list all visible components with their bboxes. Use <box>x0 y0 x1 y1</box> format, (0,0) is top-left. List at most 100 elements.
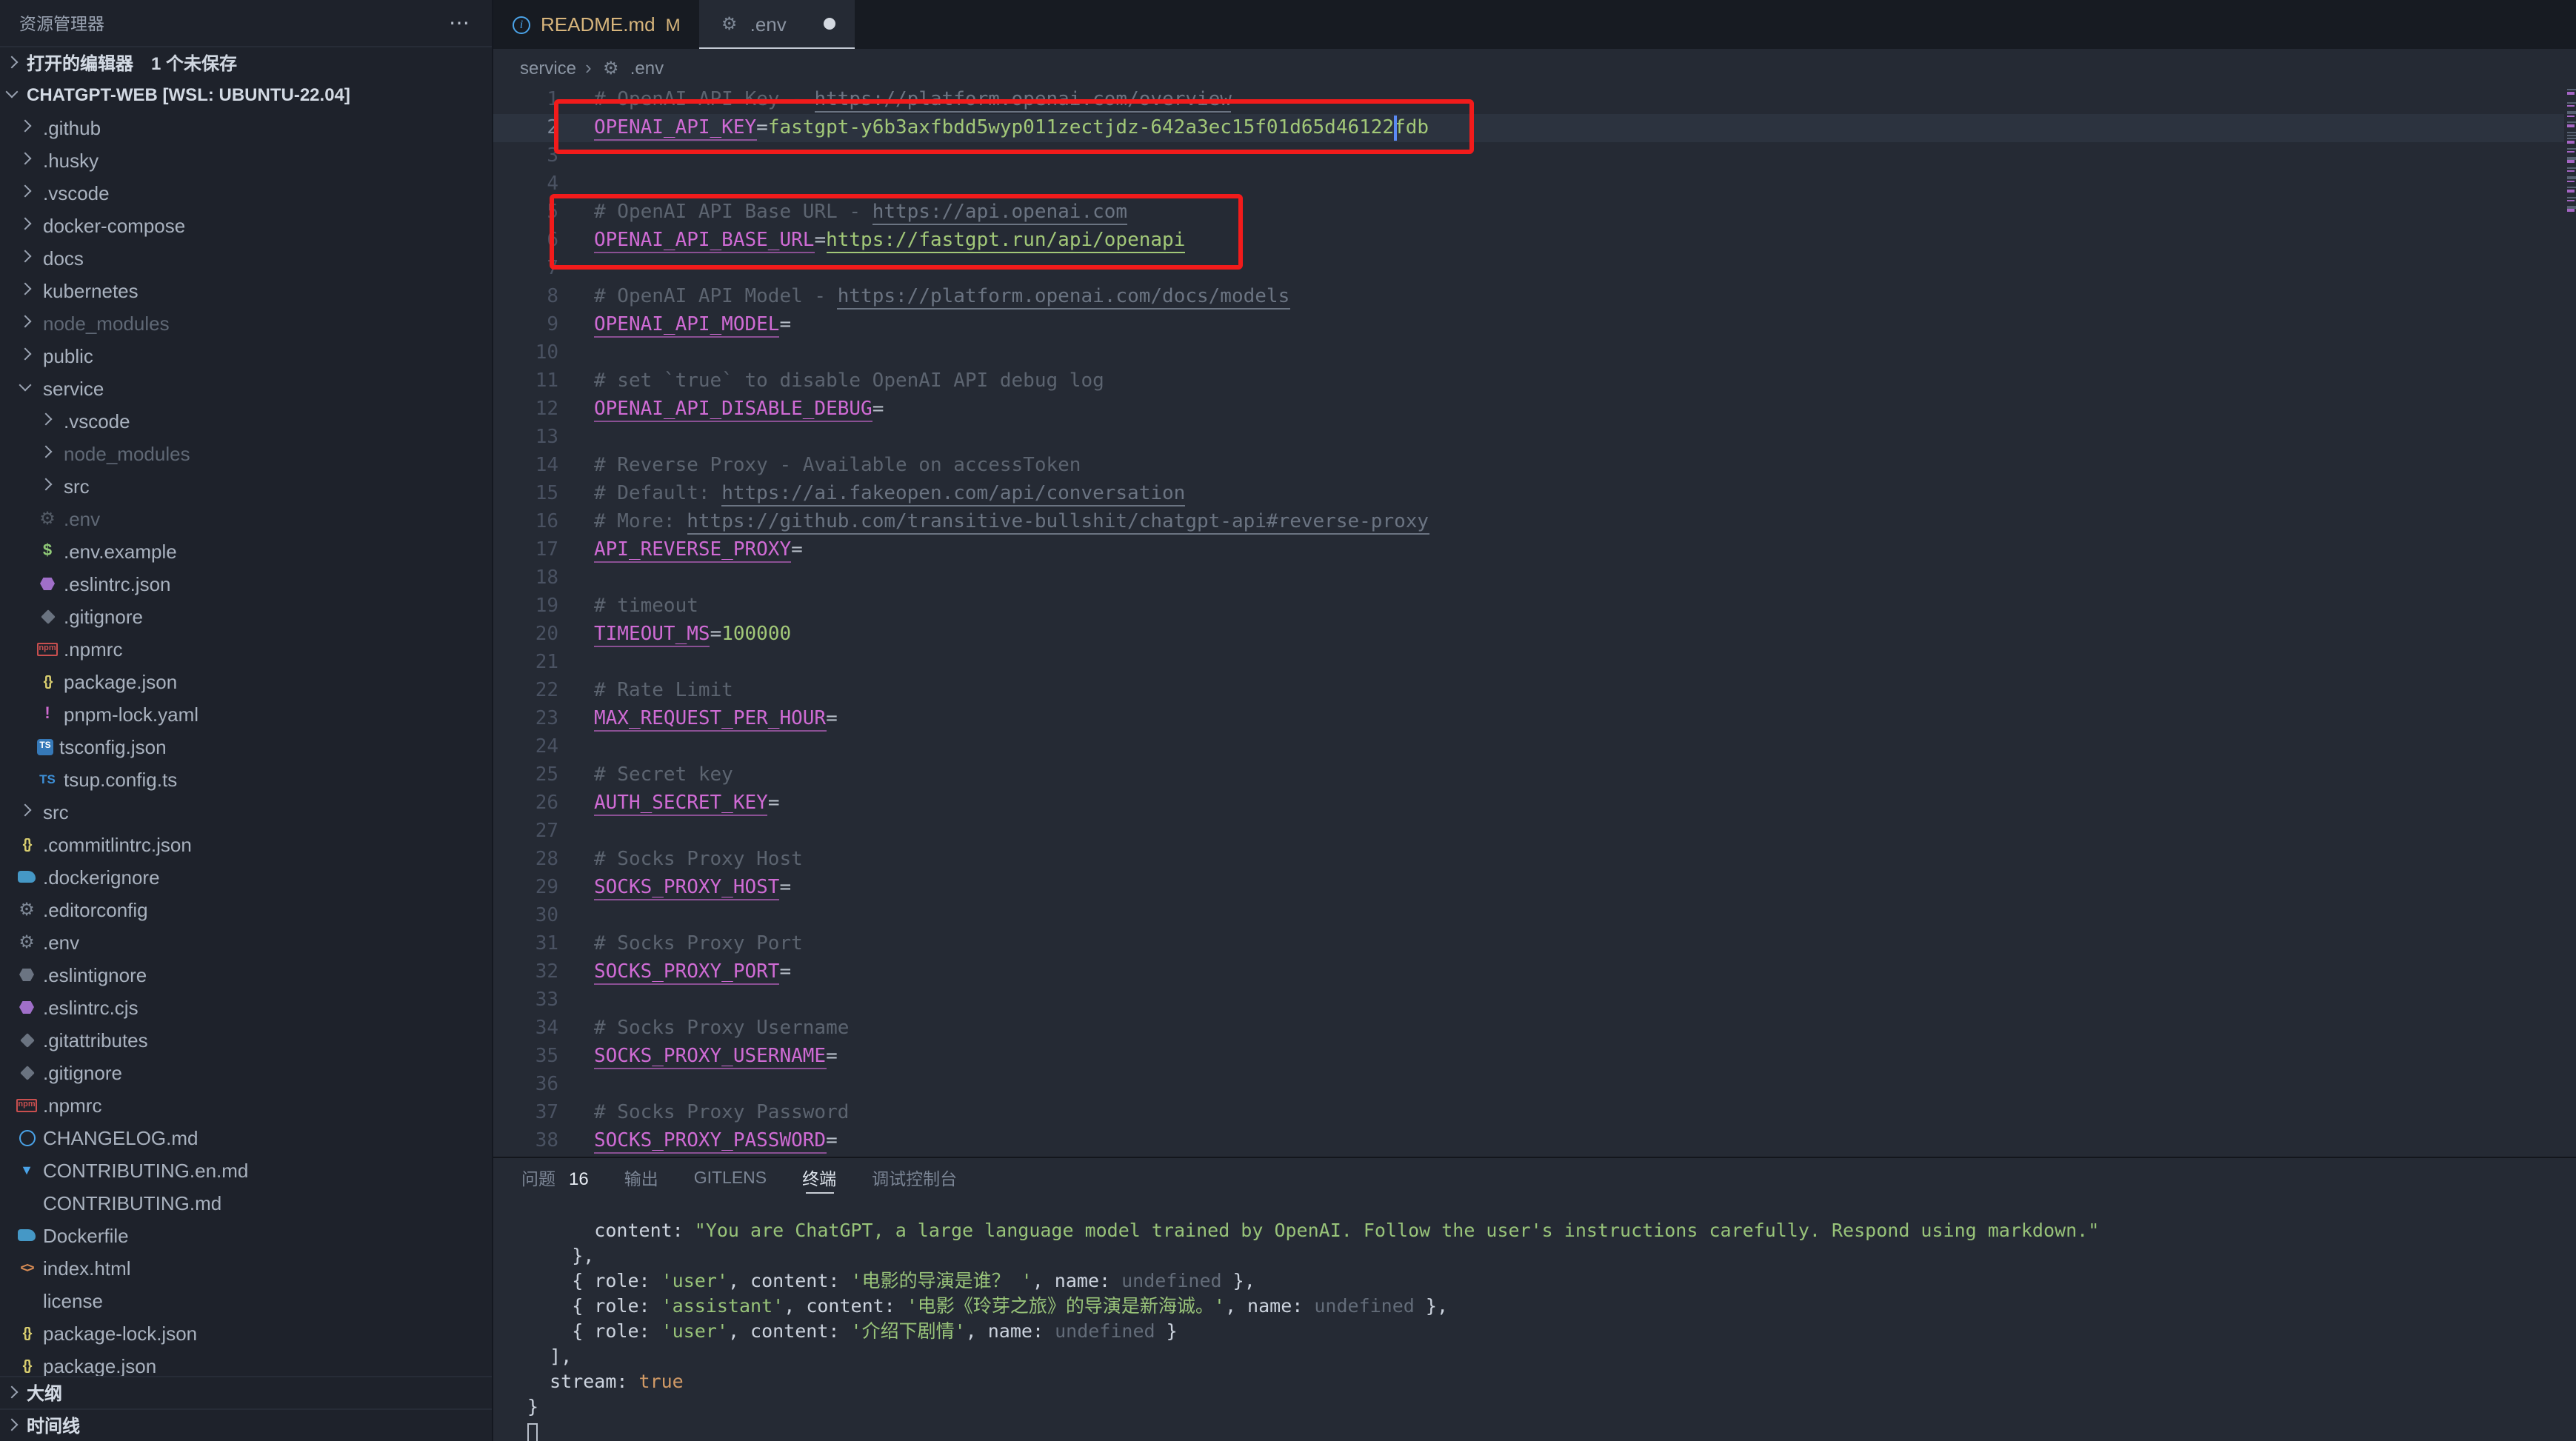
code-line-13[interactable]: 13 <box>493 424 2564 452</box>
code-line-9[interactable]: 9OPENAI_API_MODEL= <box>493 311 2564 339</box>
file-tree-item-tsup.config.ts[interactable]: TStsup.config.ts <box>0 763 492 795</box>
code-line-3[interactable]: 3 <box>493 142 2564 170</box>
file-tree-item-package.json[interactable]: {}package.json <box>0 665 492 698</box>
code-line-21[interactable]: 21 <box>493 649 2564 677</box>
code-line-2[interactable]: 2OPENAI_API_KEY=fastgpt-y6b3axfbdd5wyp01… <box>493 114 2564 142</box>
code-line-20[interactable]: 20TIMEOUT_MS=100000 <box>493 621 2564 649</box>
code-line-16[interactable]: 16# More: https://github.com/transitive-… <box>493 508 2564 536</box>
tab-README.md[interactable]: iREADME.mdM <box>493 0 700 49</box>
open-editors-section[interactable]: 打开的编辑器 1 个未保存 <box>0 46 492 78</box>
code-line-12[interactable]: 12OPENAI_API_DISABLE_DEBUG= <box>493 395 2564 424</box>
code-editor[interactable]: 1# OpenAI API Key - https://platform.ope… <box>493 86 2576 1157</box>
file-tree-item-pnpm-lock.yaml[interactable]: !pnpm-lock.yaml <box>0 698 492 730</box>
code-line-36[interactable]: 36 <box>493 1071 2564 1099</box>
file-tree-item-.commitlintrc.json[interactable]: {}.commitlintrc.json <box>0 828 492 860</box>
code-line-29[interactable]: 29SOCKS_PROXY_HOST= <box>493 874 2564 902</box>
file-tree-item-.vscode[interactable]: .vscode <box>0 404 492 437</box>
code-line-24[interactable]: 24 <box>493 733 2564 761</box>
unsaved-dot-icon[interactable] <box>824 18 835 30</box>
code-line-1[interactable]: 1# OpenAI API Key - https://platform.ope… <box>493 86 2564 114</box>
file-tree-item-tsconfig.json[interactable]: TStsconfig.json <box>0 730 492 763</box>
code-line-18[interactable]: 18 <box>493 564 2564 592</box>
file-tree-item-package.json[interactable]: {}package.json <box>0 1349 492 1376</box>
file-tree-item-package-lock.json[interactable]: {}package-lock.json <box>0 1317 492 1349</box>
panel-tab-问题[interactable]: 问题16 <box>521 1158 589 1198</box>
file-tree-item-.vscode[interactable]: .vscode <box>0 176 492 209</box>
file-tree-item-public[interactable]: public <box>0 339 492 372</box>
minimap[interactable] <box>2564 86 2576 1157</box>
file-tree-item-.env.example[interactable]: $.env.example <box>0 535 492 567</box>
code-line-6[interactable]: 6OPENAI_API_BASE_URL=https://fastgpt.run… <box>493 227 2564 255</box>
outline-section[interactable]: 大纲 <box>0 1376 492 1408</box>
file-tree-item-.gitignore[interactable]: .gitignore <box>0 600 492 632</box>
code-line-14[interactable]: 14# Reverse Proxy - Available on accessT… <box>493 452 2564 480</box>
panel-tab-调试控制台[interactable]: 调试控制台 <box>872 1158 957 1198</box>
code-line-8[interactable]: 8# OpenAI API Model - https://platform.o… <box>493 283 2564 311</box>
tab-.env[interactable]: ⚙.env <box>700 0 855 49</box>
breadcrumb-file[interactable]: .env <box>630 57 664 78</box>
terminal[interactable]: content: "You are ChatGPT, a large langu… <box>493 1198 2576 1441</box>
file-tree-item-.eslintrc.json[interactable]: .eslintrc.json <box>0 567 492 600</box>
file-tree-item-.npmrc[interactable]: npm.npmrc <box>0 632 492 665</box>
panel-tab-label: 输出 <box>624 1166 658 1190</box>
line-content: # OpenAI API Model - https://platform.op… <box>558 283 1289 311</box>
code-line-35[interactable]: 35SOCKS_PROXY_USERNAME= <box>493 1043 2564 1071</box>
panel-tab-终端[interactable]: 终端 <box>802 1158 836 1198</box>
file-tree-item-.eslintignore[interactable]: .eslintignore <box>0 958 492 991</box>
code-line-28[interactable]: 28# Socks Proxy Host <box>493 846 2564 874</box>
code-line-32[interactable]: 32SOCKS_PROXY_PORT= <box>493 958 2564 986</box>
code-line-17[interactable]: 17API_REVERSE_PROXY= <box>493 536 2564 564</box>
file-tree-item-.env[interactable]: ⚙.env <box>0 926 492 958</box>
file-tree-item-docker-compose[interactable]: docker-compose <box>0 209 492 241</box>
panel-tab-输出[interactable]: 输出 <box>624 1158 658 1198</box>
more-actions-icon[interactable]: ⋯ <box>449 10 471 36</box>
project-root-section[interactable]: CHATGPT-WEB [WSL: UBUNTU-22.04] <box>0 78 492 111</box>
file-tree-item-CONTRIBUTING.en.md[interactable]: ▼CONTRIBUTING.en.md <box>0 1154 492 1186</box>
file-tree-item-kubernetes[interactable]: kubernetes <box>0 274 492 307</box>
file-tree-item-license[interactable]: license <box>0 1284 492 1317</box>
file-tree-item-.github[interactable]: .github <box>0 111 492 144</box>
code-line-34[interactable]: 34# Socks Proxy Username <box>493 1014 2564 1043</box>
file-tree-item-Dockerfile[interactable]: Dockerfile <box>0 1219 492 1251</box>
code-line-5[interactable]: 5# OpenAI API Base URL - https://api.ope… <box>493 198 2564 227</box>
code-line-37[interactable]: 37# Socks Proxy Password <box>493 1099 2564 1127</box>
code-line-15[interactable]: 15# Default: https://ai.fakeopen.com/api… <box>493 480 2564 508</box>
code-line-25[interactable]: 25# Secret key <box>493 761 2564 789</box>
code-line-7[interactable]: 7 <box>493 255 2564 283</box>
file-tree-item-.gitignore[interactable]: .gitignore <box>0 1056 492 1089</box>
code-line-38[interactable]: 38SOCKS_PROXY_PASSWORD= <box>493 1127 2564 1155</box>
code-line-26[interactable]: 26AUTH_SECRET_KEY= <box>493 789 2564 818</box>
line-content: # Default: https://ai.fakeopen.com/api/c… <box>558 480 1185 508</box>
file-tree-item-.editorconfig[interactable]: ⚙.editorconfig <box>0 893 492 926</box>
code-line-27[interactable]: 27 <box>493 818 2564 846</box>
file-tree-item-service[interactable]: service <box>0 372 492 404</box>
panel-tab-GITLENS[interactable]: GITLENS <box>694 1158 767 1198</box>
code-line-10[interactable]: 10 <box>493 339 2564 367</box>
file-tree-item-CHANGELOG.md[interactable]: CHANGELOG.md <box>0 1121 492 1154</box>
file-tree-item-.eslintrc.cjs[interactable]: .eslintrc.cjs <box>0 991 492 1023</box>
code-line-33[interactable]: 33 <box>493 986 2564 1014</box>
minimap-mark <box>2567 161 2575 163</box>
file-tree-item-.husky[interactable]: .husky <box>0 144 492 176</box>
file-tree-item-src[interactable]: src <box>0 469 492 502</box>
code-line-4[interactable]: 4 <box>493 170 2564 198</box>
file-tree-item-.env[interactable]: ⚙.env <box>0 502 492 535</box>
code-line-31[interactable]: 31# Socks Proxy Port <box>493 930 2564 958</box>
timeline-section[interactable]: 时间线 <box>0 1408 492 1441</box>
code-line-11[interactable]: 11# set `true` to disable OpenAI API deb… <box>493 367 2564 395</box>
file-tree-item-src[interactable]: src <box>0 795 492 828</box>
chevron-right-icon <box>16 801 37 822</box>
code-line-30[interactable]: 30 <box>493 902 2564 930</box>
file-tree-item-CONTRIBUTING.md[interactable]: CONTRIBUTING.md <box>0 1186 492 1219</box>
code-line-23[interactable]: 23MAX_REQUEST_PER_HOUR= <box>493 705 2564 733</box>
code-line-19[interactable]: 19# timeout <box>493 592 2564 621</box>
file-tree-item-index.html[interactable]: <>index.html <box>0 1251 492 1284</box>
file-tree-item-.dockerignore[interactable]: .dockerignore <box>0 860 492 893</box>
breadcrumb-folder[interactable]: service <box>520 57 576 78</box>
file-tree-item-node_modules[interactable]: node_modules <box>0 307 492 339</box>
file-tree-item-.gitattributes[interactable]: .gitattributes <box>0 1023 492 1056</box>
file-tree-item-node_modules[interactable]: node_modules <box>0 437 492 469</box>
code-line-22[interactable]: 22# Rate Limit <box>493 677 2564 705</box>
file-tree-item-docs[interactable]: docs <box>0 241 492 274</box>
file-tree-item-.npmrc[interactable]: npm.npmrc <box>0 1089 492 1121</box>
